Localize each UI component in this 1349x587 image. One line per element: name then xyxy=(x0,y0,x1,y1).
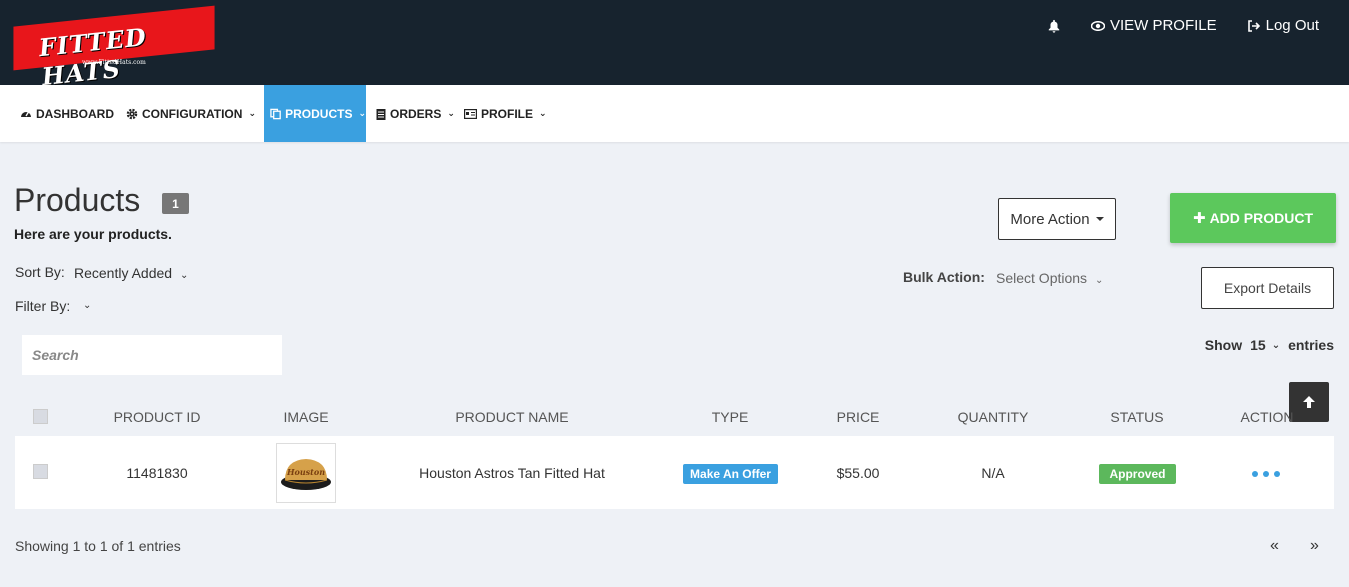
nav-profile[interactable]: PROFILE ⌄ xyxy=(464,85,547,142)
svg-text:Houston: Houston xyxy=(286,467,325,477)
add-product-button[interactable]: ✚ ADD PRODUCT xyxy=(1170,193,1336,243)
column-header-action: ACTION xyxy=(1240,409,1294,425)
clipboard-icon xyxy=(376,108,386,120)
sort-by-select[interactable]: Recently Added ⌄ xyxy=(74,265,188,281)
column-header-product-id[interactable]: PRODUCT ID xyxy=(114,409,201,425)
page-subtitle: Here are your products. xyxy=(14,226,172,242)
bulk-action-label: Bulk Action: xyxy=(903,269,985,285)
arrow-up-icon xyxy=(1303,396,1315,408)
cell-product-id: 11481830 xyxy=(126,465,188,481)
previous-page-button[interactable]: « xyxy=(1270,537,1279,555)
bell-icon xyxy=(1048,19,1060,33)
view-profile-link[interactable]: VIEW PROFILE xyxy=(1090,17,1217,34)
cell-price: $55.00 xyxy=(836,465,880,481)
column-header-quantity[interactable]: QUANTITY xyxy=(958,409,1029,425)
view-profile-label: VIEW PROFILE xyxy=(1109,17,1217,34)
top-header: FITTED HATS www.FittedHats.com VIEW PROF… xyxy=(0,0,1349,91)
nav-orders-label: ORDERS xyxy=(390,106,442,121)
id-card-icon xyxy=(464,108,477,119)
plus-icon: ✚ xyxy=(1192,210,1206,227)
dot-icon xyxy=(1263,471,1269,477)
search-input[interactable] xyxy=(22,335,282,375)
nav-orders[interactable]: ORDERS ⌄ xyxy=(376,85,455,142)
cell-quantity: N/A xyxy=(981,465,1005,481)
gear-icon xyxy=(126,108,138,119)
more-action-label: More Action xyxy=(1010,210,1090,228)
more-action-button[interactable]: More Action xyxy=(998,198,1116,240)
sort-by-label: Sort By: xyxy=(15,264,65,280)
caret-down-icon xyxy=(1095,217,1104,221)
brand-logo[interactable]: FITTED HATS www.FittedHats.com xyxy=(13,5,216,91)
chevron-down-icon: ⌄ xyxy=(1094,275,1104,286)
bulk-action-value: Select Options xyxy=(996,270,1088,286)
eye-icon xyxy=(1090,20,1105,31)
logo-url: www.FittedHats.com xyxy=(82,59,146,66)
product-count-badge: 1 xyxy=(162,193,189,214)
sign-out-icon xyxy=(1247,19,1260,32)
export-details-button[interactable]: Export Details xyxy=(1201,267,1334,309)
chevron-down-icon: ⌄ xyxy=(358,108,366,118)
chevron-down-icon: ⌄ xyxy=(539,108,547,118)
entries-per-page-value: 15 xyxy=(1250,337,1266,353)
pagination-info: Showing 1 to 1 of 1 entries xyxy=(15,538,181,554)
nav-configuration-label: CONFIGURATION xyxy=(142,106,243,121)
row-checkbox[interactable] xyxy=(33,464,48,479)
entries-label: entries xyxy=(1288,337,1334,353)
row-actions-menu[interactable] xyxy=(1252,471,1280,477)
product-image[interactable]: Houston xyxy=(276,443,336,503)
type-badge: Make An Offer xyxy=(683,464,778,484)
status-badge: Approved xyxy=(1099,464,1176,484)
show-entries-control: Show 15 ⌄ entries xyxy=(1205,337,1334,353)
column-header-type[interactable]: TYPE xyxy=(712,409,749,425)
next-page-button[interactable]: » xyxy=(1310,537,1319,555)
bulk-action-select[interactable]: Select Options ⌄ xyxy=(996,270,1103,286)
logout-link[interactable]: Log Out xyxy=(1247,17,1319,34)
nav-configuration[interactable]: CONFIGURATION ⌄ xyxy=(126,85,256,142)
nav-products-label: PRODUCTS xyxy=(285,106,353,121)
dot-icon xyxy=(1274,471,1280,477)
add-product-label: ADD PRODUCT xyxy=(1209,210,1314,226)
dashboard-icon xyxy=(21,111,31,117)
chevron-down-icon: ⌄ xyxy=(1271,339,1281,351)
entries-per-page-select[interactable]: 15 ⌄ xyxy=(1250,337,1280,353)
column-header-price[interactable]: PRICE xyxy=(837,409,880,425)
nav-profile-label: PROFILE xyxy=(481,106,534,121)
hat-image-icon: Houston xyxy=(281,459,331,490)
sort-by-value: Recently Added xyxy=(74,265,173,281)
column-header-status[interactable]: STATUS xyxy=(1110,409,1163,425)
dot-icon xyxy=(1252,471,1258,477)
notifications-button[interactable] xyxy=(1047,19,1061,33)
chevron-down-icon: ⌄ xyxy=(83,300,92,311)
column-header-product-name[interactable]: PRODUCT NAME xyxy=(455,409,568,425)
nav-products[interactable]: PRODUCTS ⌄ xyxy=(264,85,366,142)
chevron-down-icon: ⌄ xyxy=(179,270,189,281)
column-header-image: IMAGE xyxy=(283,409,329,425)
nav-dashboard-label: DASHBOARD xyxy=(36,106,114,121)
cell-product-name[interactable]: Houston Astros Tan Fitted Hat xyxy=(419,465,605,481)
nav-dashboard[interactable]: DASHBOARD xyxy=(20,85,114,142)
filter-by-label: Filter By: xyxy=(15,298,71,314)
logout-label: Log Out xyxy=(1265,17,1319,34)
copy-icon xyxy=(270,108,281,119)
chevron-down-icon: ⌄ xyxy=(447,108,455,118)
scroll-to-top-button[interactable] xyxy=(1289,382,1329,422)
main-nav: DASHBOARD CONFIGURATION ⌄ PRODUCTS ⌄ ORD… xyxy=(0,85,1349,142)
show-label: Show xyxy=(1204,337,1243,353)
filter-by-toggle[interactable]: ⌄ xyxy=(83,300,91,311)
select-all-checkbox[interactable] xyxy=(33,409,48,424)
page-title: Products xyxy=(14,182,141,218)
chevron-down-icon: ⌄ xyxy=(248,108,256,118)
